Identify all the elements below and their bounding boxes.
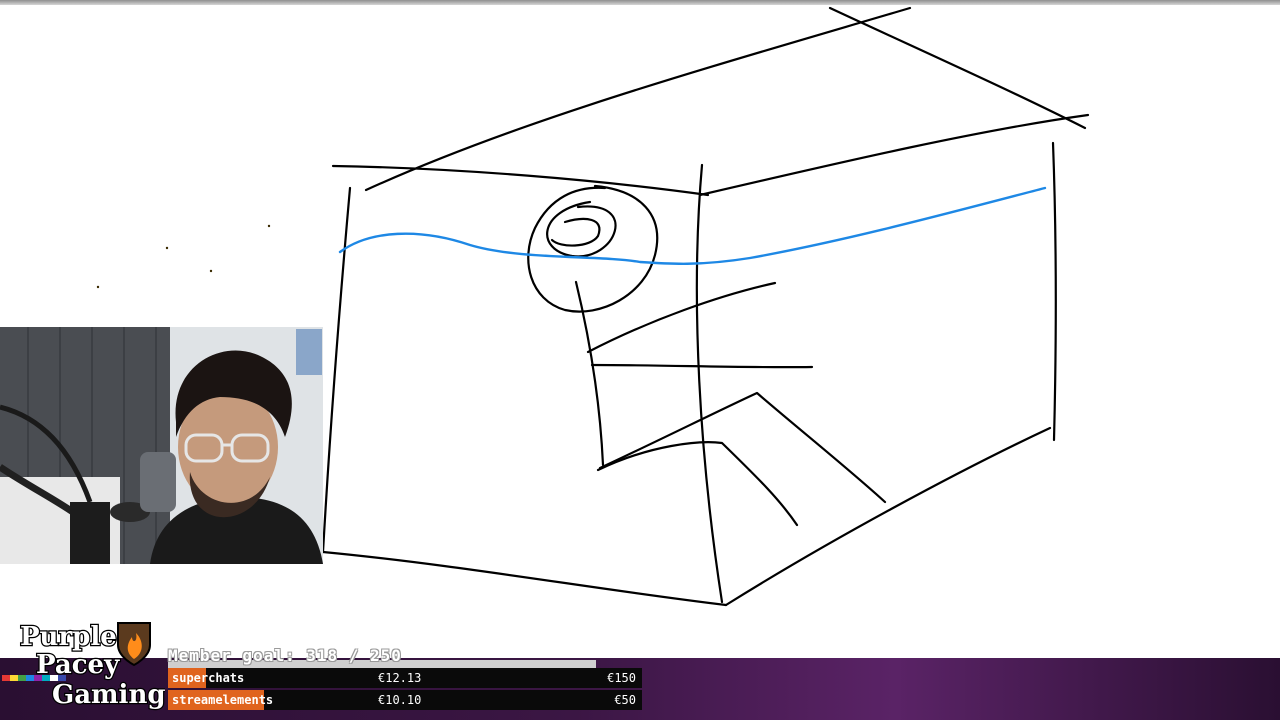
box-top-back-edge	[364, 6, 912, 192]
donation-target: €150	[607, 671, 636, 685]
box-left-edge	[321, 186, 352, 554]
box-bottom-front-edge	[321, 550, 728, 607]
blue-stroke	[338, 186, 1047, 265]
member-goal-text: Member goal: 318 / 250	[168, 646, 402, 665]
donation-name: superchats	[172, 671, 245, 685]
stray-dot	[209, 269, 213, 273]
stray-dot	[96, 285, 100, 289]
donation-row-superchats: superchats €12.13 €150	[168, 668, 642, 688]
box-top-right-edge	[828, 6, 1087, 130]
stream-screen: Member goal: 318 / 250 superchats €12.13…	[0, 0, 1280, 720]
donation-name: streamelements	[172, 693, 274, 707]
shield-flame-icon	[117, 622, 151, 667]
donation-target: €50	[614, 693, 636, 707]
stray-dot	[267, 224, 271, 228]
box-top-side-edge	[698, 113, 1090, 197]
channel-logo: Purple Pacey Gaming	[2, 621, 165, 711]
webcam-feed	[0, 327, 323, 564]
box-front-right-edge	[695, 163, 724, 604]
box-bottom-side-edge	[724, 426, 1052, 607]
logo-line-1: Purple	[20, 622, 117, 652]
donation-row-streamelements: streamelements €10.10 €50	[168, 690, 642, 710]
box-right-edge	[1051, 141, 1057, 442]
eye-inner-circle	[546, 200, 617, 258]
logo-line-3: Gaming	[52, 680, 165, 710]
logo-line-2: Pacey	[36, 650, 120, 680]
stray-dot	[165, 246, 169, 250]
donation-amount: €10.10	[378, 693, 422, 707]
mouth-peak-line	[598, 391, 887, 504]
eye-outer-circle	[527, 184, 659, 313]
mouth-middle-line	[590, 363, 814, 369]
eye-pupil	[550, 217, 601, 247]
mouth-upper-line	[586, 281, 777, 354]
donation-amount: €12.13	[378, 671, 422, 685]
